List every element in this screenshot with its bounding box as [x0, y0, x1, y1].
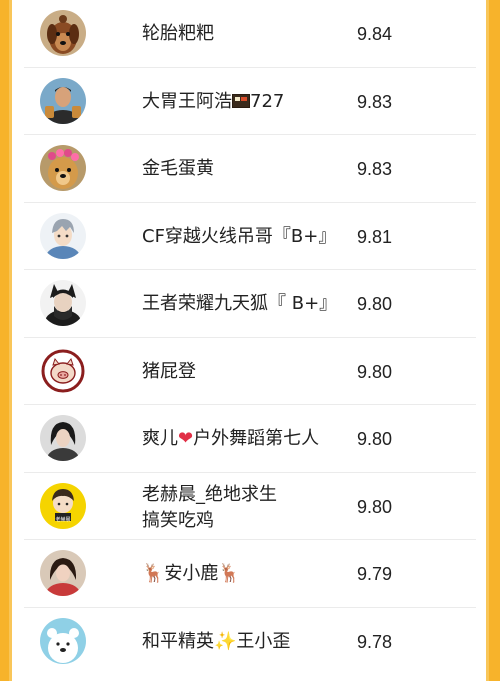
list-item[interactable]: 猪屁登 9.80: [24, 338, 476, 405]
player-name: CF穿越火线吊哥『B+』: [142, 225, 337, 247]
list-item[interactable]: 王者荣耀九天狐『 B+』 9.80: [24, 270, 476, 338]
deer-icon: 🦌: [218, 563, 241, 584]
right-frame-border: [486, 0, 500, 681]
player-score: 9.83: [357, 159, 393, 179]
player-score: 9.78: [357, 631, 393, 652]
player-score: 9.83: [357, 91, 393, 112]
player-score: 9.79: [357, 564, 393, 584]
player-score: 9.80: [357, 429, 393, 449]
player-score: 9.80: [357, 294, 393, 314]
player-name: 轮胎粑粑: [142, 23, 214, 44]
bear-avatar: [40, 617, 86, 664]
bento-icon: [232, 93, 250, 108]
sparkle-icon: ✨: [214, 630, 237, 652]
anime-boy-avatar: [40, 212, 86, 259]
player-name: 爽儿❤户外舞蹈第七人: [142, 428, 320, 449]
man-food-avatar: [40, 77, 86, 124]
player-score: 9.80: [357, 361, 393, 382]
girl-avatar: [40, 550, 86, 596]
avatar-caption: 老赫晨: [55, 516, 71, 523]
ranking-list: 轮胎粑粑 9.84 大胃王阿浩 727 9.83 金毛蛋黄 9.83 CF穿越火…: [24, 0, 476, 681]
left-frame-border: [0, 0, 12, 681]
woman-avatar: [40, 415, 86, 461]
heart-icon: ❤: [178, 428, 194, 449]
pig-logo-avatar: [40, 347, 86, 394]
player-score: 9.84: [357, 24, 393, 44]
list-item[interactable]: 老赫晨 老赫晨_绝地求生 搞笑吃鸡 9.80: [24, 473, 476, 540]
golden-retriever-avatar: [40, 145, 86, 191]
deer-icon: 🦌: [142, 563, 165, 584]
player-name: 和平精英✨王小歪: [142, 630, 291, 652]
player-score: 9.80: [357, 496, 393, 517]
list-item[interactable]: CF穿越火线吊哥『B+』 9.81: [24, 203, 476, 270]
player-name: 金毛蛋黄: [142, 158, 214, 179]
fox-character-avatar: [40, 280, 86, 326]
player-score: 9.81: [357, 226, 393, 247]
player-name: 大胃王阿浩 727: [142, 90, 285, 112]
list-item[interactable]: 爽儿❤户外舞蹈第七人 9.80: [24, 405, 476, 473]
player-name: 王者荣耀九天狐『 B+』: [142, 293, 338, 314]
list-item[interactable]: 🦌安小鹿🦌 9.79: [24, 540, 476, 608]
dog-avatar: [40, 10, 86, 56]
list-item[interactable]: 轮胎粑粑 9.84: [24, 0, 476, 68]
player-name: 🦌安小鹿🦌: [142, 563, 241, 584]
list-item[interactable]: 和平精英✨王小歪 9.78: [24, 608, 476, 676]
list-item[interactable]: 金毛蛋黄 9.83: [24, 135, 476, 203]
player-name: 猪屁登: [142, 360, 196, 382]
list-item[interactable]: 大胃王阿浩 727 9.83: [24, 68, 476, 135]
player-name: 老赫晨_绝地求生 搞笑吃鸡: [142, 483, 277, 531]
cartoon-boy-avatar: 老赫晨: [40, 482, 86, 529]
